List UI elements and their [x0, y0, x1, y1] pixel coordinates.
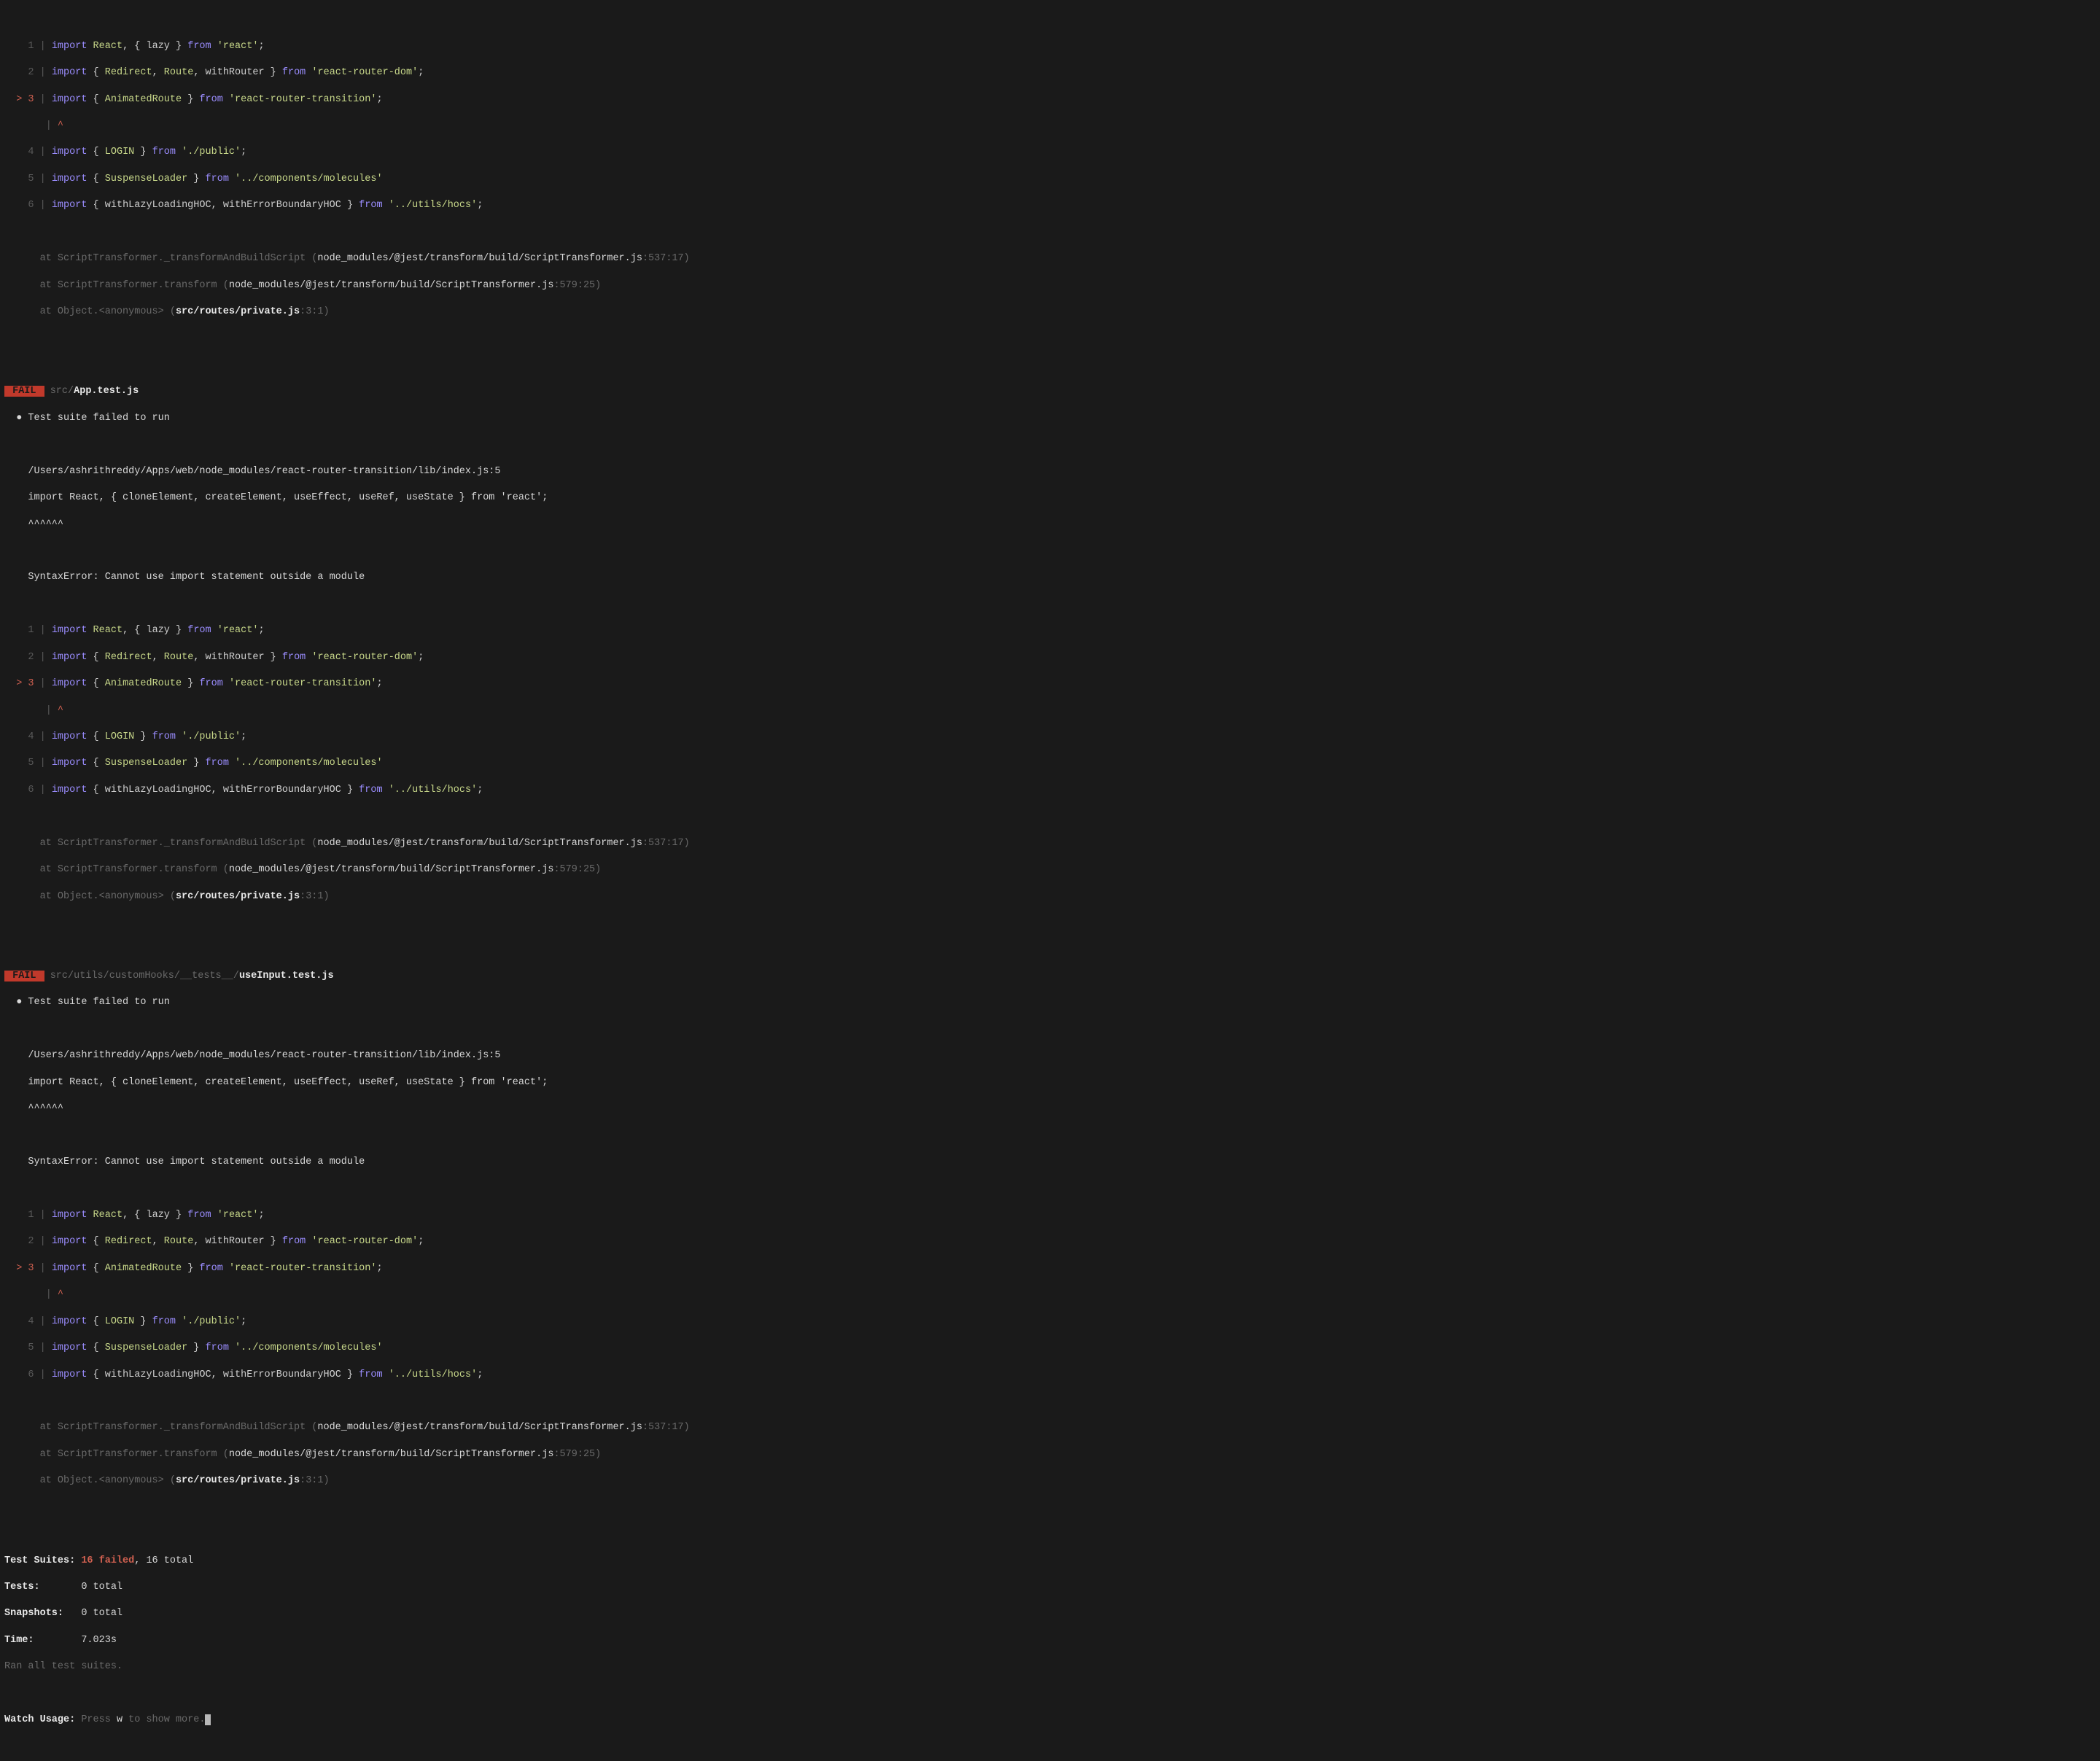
watch-usage[interactable]: Watch Usage: Press w to show more.: [4, 1714, 2096, 1727]
fail-badge: FAIL: [4, 386, 44, 397]
summary-snapshots: Snapshots: 0 total: [4, 1607, 2096, 1620]
syntax-error: SyntaxError: Cannot use import statement…: [4, 571, 2096, 584]
code-line: 5 | import { SuspenseLoader } from '../c…: [4, 173, 2096, 186]
stack-line: at ScriptTransformer.transform (node_mod…: [4, 863, 2096, 876]
code-line: 4 | import { LOGIN } from './public';: [4, 146, 2096, 159]
error-file: /Users/ashrithreddy/Apps/web/node_module…: [4, 1049, 2096, 1062]
blank-line: [4, 1023, 2096, 1036]
blank-line: [4, 226, 2096, 239]
stack-line: at ScriptTransformer._transformAndBuildS…: [4, 252, 2096, 265]
summary-ran: Ran all test suites.: [4, 1660, 2096, 1673]
code-line: 4 | import { LOGIN } from './public';: [4, 731, 2096, 744]
code-caret: | ^: [4, 1288, 2096, 1302]
error-import: import React, { cloneElement, createElem…: [4, 491, 2096, 505]
blank-line: [4, 1501, 2096, 1515]
code-line: 2 | import { Redirect, Route, withRouter…: [4, 66, 2096, 79]
fail-header: FAIL src/App.test.js: [4, 385, 2096, 398]
code-line-active: > 3 | import { AnimatedRoute } from 'rea…: [4, 93, 2096, 106]
summary-tests: Tests: 0 total: [4, 1581, 2096, 1594]
stack-line: at ScriptTransformer.transform (node_mod…: [4, 1448, 2096, 1461]
error-import: import React, { cloneElement, createElem…: [4, 1076, 2096, 1089]
code-line: 1 | import React, { lazy } from 'react';: [4, 40, 2096, 53]
error-file: /Users/ashrithreddy/Apps/web/node_module…: [4, 465, 2096, 478]
blank-line: [4, 1130, 2096, 1143]
code-caret: | ^: [4, 704, 2096, 718]
code-line: 2 | import { Redirect, Route, withRouter…: [4, 1235, 2096, 1248]
blank-line: [4, 438, 2096, 451]
code-line: 5 | import { SuspenseLoader } from '../c…: [4, 1342, 2096, 1355]
blank-line: [4, 917, 2096, 930]
code-line: 6 | import { withLazyLoadingHOC, withErr…: [4, 784, 2096, 797]
code-line: 1 | import React, { lazy } from 'react';: [4, 624, 2096, 637]
fail-header: FAIL src/utils/customHooks/__tests__/use…: [4, 970, 2096, 983]
summary-time: Time: 7.023s: [4, 1634, 2096, 1647]
error-carets: ^^^^^^: [4, 518, 2096, 532]
code-line: 6 | import { withLazyLoadingHOC, withErr…: [4, 199, 2096, 212]
stack-line: at ScriptTransformer._transformAndBuildS…: [4, 837, 2096, 850]
code-line: 4 | import { LOGIN } from './public';: [4, 1315, 2096, 1329]
bullet-icon: ●: [4, 997, 22, 1008]
cursor-icon: [205, 1714, 211, 1725]
code-line-active: > 3 | import { AnimatedRoute } from 'rea…: [4, 1262, 2096, 1275]
summary-test-suites: Test Suites: 16 failed, 16 total: [4, 1555, 2096, 1568]
blank-line: [4, 1395, 2096, 1408]
code-line: 1 | import React, { lazy } from 'react';: [4, 1209, 2096, 1222]
blank-line: [4, 332, 2096, 345]
blank-line: [4, 1182, 2096, 1195]
blank-line: [4, 545, 2096, 558]
stack-line: at Object.<anonymous> (src/routes/privat…: [4, 306, 2096, 319]
code-line-active: > 3 | import { AnimatedRoute } from 'rea…: [4, 677, 2096, 691]
blank-line: [4, 810, 2096, 823]
code-line: 6 | import { withLazyLoadingHOC, withErr…: [4, 1369, 2096, 1382]
stack-line: at Object.<anonymous> (src/routes/privat…: [4, 1474, 2096, 1488]
suite-fail-line: ● Test suite failed to run: [4, 996, 2096, 1009]
stack-line: at Object.<anonymous> (src/routes/privat…: [4, 890, 2096, 903]
error-carets: ^^^^^^: [4, 1103, 2096, 1116]
syntax-error: SyntaxError: Cannot use import statement…: [4, 1156, 2096, 1169]
code-caret: | ^: [4, 120, 2096, 133]
blank-line: [4, 598, 2096, 611]
code-line: 5 | import { SuspenseLoader } from '../c…: [4, 757, 2096, 770]
blank-line: [4, 1687, 2096, 1700]
bullet-icon: ●: [4, 413, 22, 424]
terminal-output[interactable]: 1 | import React, { lazy } from 'react';…: [0, 0, 2100, 1761]
fail-badge: FAIL: [4, 971, 44, 981]
suite-fail-line: ● Test suite failed to run: [4, 412, 2096, 425]
stack-line: at ScriptTransformer._transformAndBuildS…: [4, 1421, 2096, 1434]
code-line: 2 | import { Redirect, Route, withRouter…: [4, 651, 2096, 664]
stack-line: at ScriptTransformer.transform (node_mod…: [4, 279, 2096, 292]
